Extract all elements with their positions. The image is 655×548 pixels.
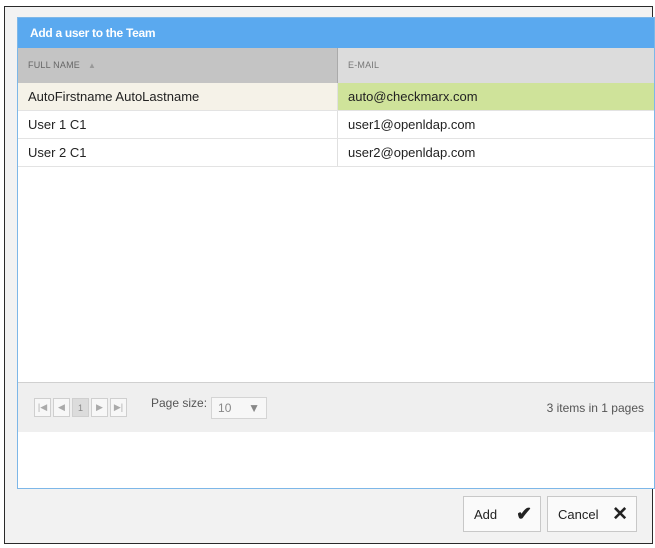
page-size-select[interactable]: 10 ▼ [211, 396, 268, 419]
cell-email: auto@checkmarx.com [338, 83, 654, 110]
prev-page-icon[interactable]: ◀ [53, 398, 70, 417]
close-icon: ✕ [612, 503, 628, 525]
cell-email: user1@openldap.com [348, 117, 476, 132]
dialog-title: Add a user to the Team [18, 18, 654, 48]
pager: |◀ ◀ 1 ▶ ▶| Page size: 10 ▼ 3 items in 1… [18, 382, 654, 432]
cell-full-name: User 1 C1 [18, 111, 338, 138]
column-header-full-name-label: FULL NAME [28, 60, 80, 70]
checkmark-icon: ✔ [516, 503, 532, 525]
chevron-down-icon: ▼ [248, 400, 261, 415]
column-header-full-name[interactable]: FULL NAME ▲ [18, 48, 338, 83]
add-button[interactable]: Add ✔ [463, 496, 541, 532]
table-row[interactable]: User 1 C1 user1@openldap.com [18, 111, 654, 139]
cancel-button[interactable]: Cancel ✕ [547, 496, 637, 532]
next-page-icon[interactable]: ▶ [91, 398, 108, 417]
cell-full-name: User 2 C1 [18, 139, 338, 166]
add-user-dialog: Add a user to the Team FULL NAME ▲ E-MAIL… [17, 17, 655, 489]
last-page-icon[interactable]: ▶| [110, 398, 127, 417]
cancel-button-label: Cancel [558, 506, 599, 522]
column-header-email-label: E-MAIL [348, 60, 380, 70]
page-size-value: 10 [218, 400, 232, 415]
first-page-icon[interactable]: |◀ [34, 398, 51, 417]
add-button-label: Add [474, 506, 498, 522]
column-header-email[interactable]: E-MAIL [338, 48, 654, 83]
current-page-button[interactable]: 1 [72, 398, 89, 417]
sort-ascending-icon[interactable]: ▲ [88, 48, 96, 83]
page-size-label: Page size: [151, 395, 208, 410]
items-info: 3 items in 1 pages [546, 400, 644, 415]
cell-email: user2@openldap.com [348, 145, 476, 160]
table-row[interactable]: User 2 C1 user2@openldap.com [18, 139, 654, 167]
dialog-buttons: Add ✔ Cancel ✕ [463, 496, 637, 532]
table-row[interactable]: AutoFirstname AutoLastname auto@checkmar… [18, 83, 654, 111]
grid-header: FULL NAME ▲ E-MAIL [18, 48, 654, 83]
grid-body: AutoFirstname AutoLastname auto@checkmar… [18, 83, 654, 432]
cell-full-name: AutoFirstname AutoLastname [18, 83, 338, 110]
